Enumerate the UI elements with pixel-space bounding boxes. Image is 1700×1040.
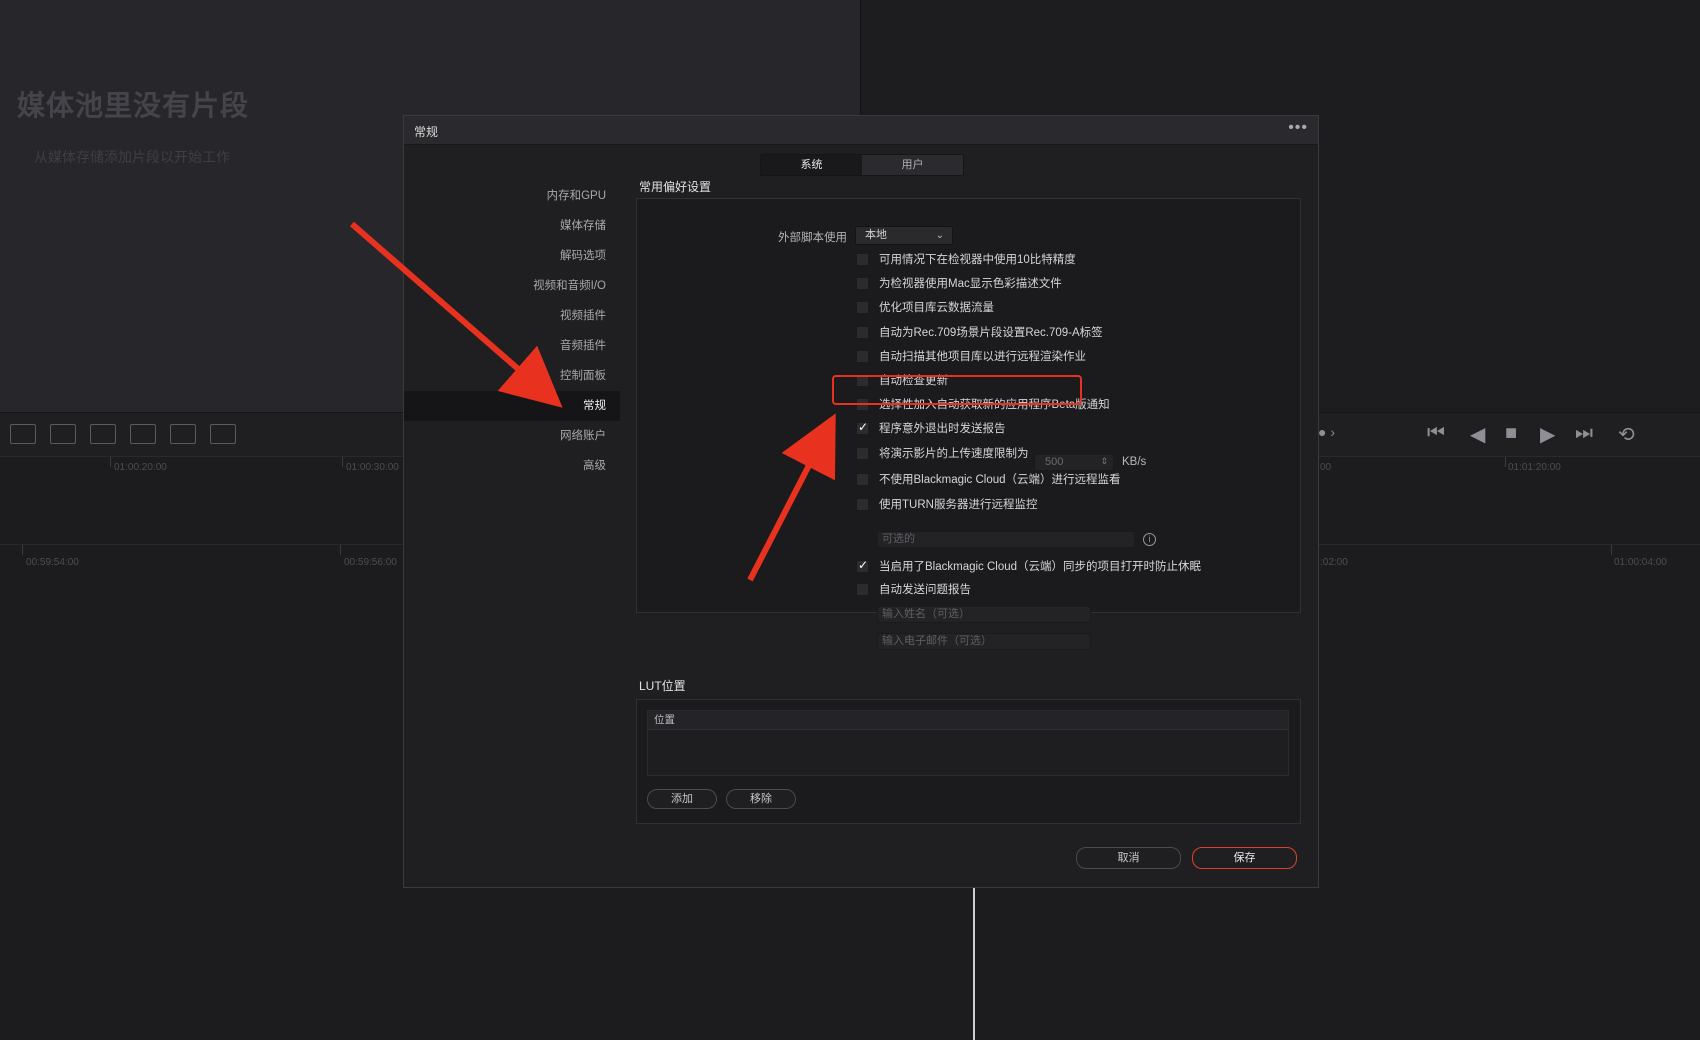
arrow-to-general-nav bbox=[350, 221, 563, 408]
arrow-to-auto-check-updates bbox=[747, 413, 836, 582]
annotation-arrows bbox=[350, 221, 836, 582]
